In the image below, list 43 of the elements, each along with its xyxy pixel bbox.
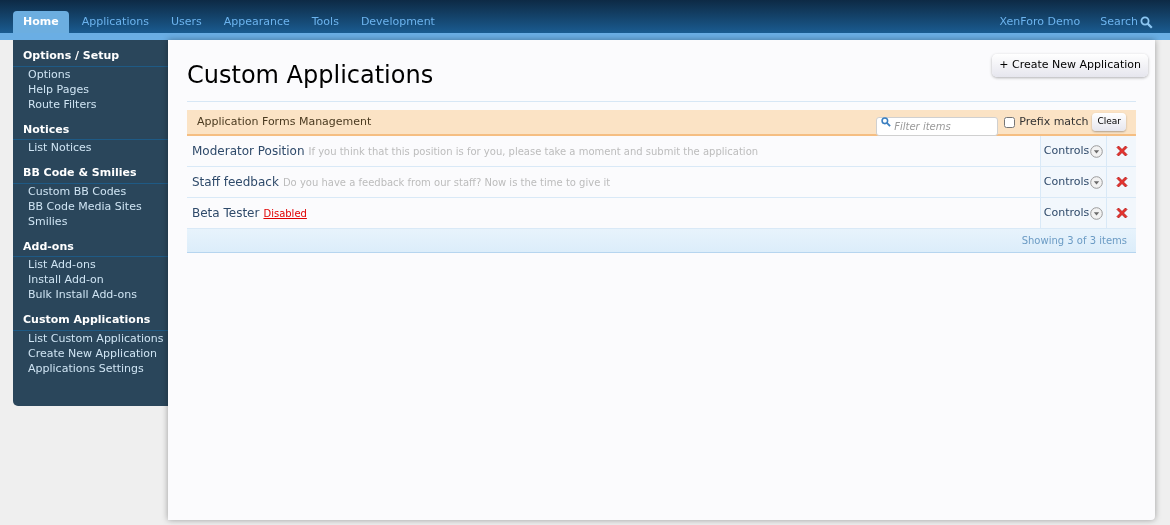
page-title: Custom Applications (187, 60, 434, 91)
prefix-match-label: Prefix match (1019, 113, 1089, 130)
application-name-link[interactable]: Staff feedback (192, 173, 279, 191)
disabled-status: Disabled (263, 206, 307, 221)
delete-icon[interactable] (1114, 175, 1129, 189)
search-icon (881, 117, 892, 127)
search-icon (1140, 15, 1153, 29)
controls-menu-button[interactable]: Controls (1040, 136, 1106, 166)
sidebar-link[interactable]: Create New Application (13, 345, 168, 361)
controls-menu-button[interactable]: Controls (1040, 167, 1106, 197)
sidebar-link[interactable]: Smilies (13, 213, 168, 229)
list-heading: Application Forms Management (197, 113, 373, 130)
delete-icon[interactable] (1114, 144, 1129, 158)
sidebar-link[interactable]: List Add-ons (13, 257, 168, 272)
nav-tab[interactable]: Users (159, 11, 213, 33)
sidebar-link[interactable]: BB Code Media Sites (13, 198, 168, 214)
sidebar-link[interactable]: Route Filters (13, 96, 168, 112)
sidebar-link[interactable]: List Notices (13, 140, 168, 155)
application-description: Do you have a feedback from our staff? Now is the time to give it (282, 175, 611, 190)
sidebar-link[interactable]: Custom BB Codes (13, 183, 168, 199)
caret-icon (1090, 144, 1104, 158)
sidebar-link[interactable]: Bulk Install Add-ons (13, 287, 168, 302)
search-link[interactable]: Search (1100, 11, 1153, 33)
sidebar-link[interactable]: List Custom Applications (13, 330, 168, 346)
caret-icon (1090, 206, 1104, 220)
nav-tab[interactable]: Development (349, 11, 446, 33)
sidebar-link[interactable]: Applications Settings (13, 360, 168, 376)
nav-tab[interactable]: Applications (70, 11, 160, 33)
application-description: If you think that this position is for you, please take a moment and submit the application (308, 144, 759, 159)
nav-tab[interactable]: Tools (300, 11, 350, 33)
prefix-match-checkbox[interactable] (1004, 116, 1016, 128)
application-name-link[interactable]: Moderator Position (192, 142, 305, 160)
site-link[interactable]: XenForo Demo (999, 11, 1081, 33)
create-application-button[interactable]: + Create New Application (992, 54, 1148, 77)
sidebar-link[interactable]: Options (13, 66, 168, 82)
sidebar-link[interactable]: Install Add-on (13, 272, 168, 287)
caret-icon (1090, 175, 1104, 189)
item-count: Showing 3 of 3 items (1021, 234, 1127, 248)
delete-icon[interactable] (1114, 206, 1129, 220)
clear-button[interactable]: Clear (1092, 113, 1126, 131)
filter-field[interactable]: Filter items (876, 116, 999, 136)
sidebar-link[interactable]: Help Pages (13, 81, 168, 97)
nav-tab[interactable]: Appearance (212, 11, 301, 33)
